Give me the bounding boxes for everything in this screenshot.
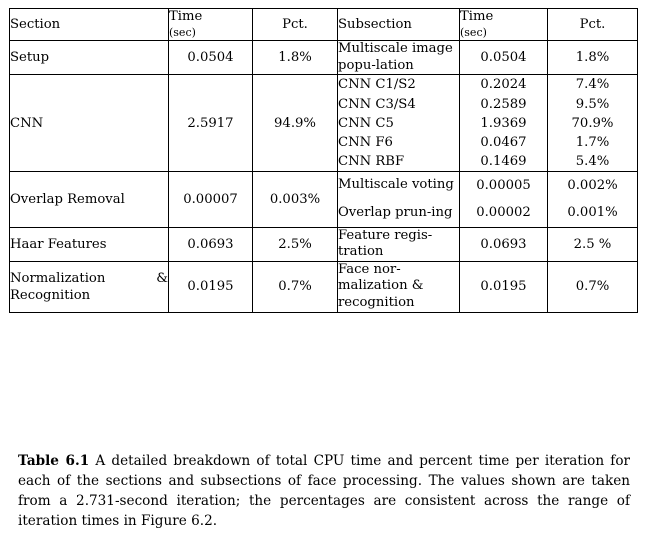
table-figure-page: Section Time (sec) Pct. Subsection Time … — [0, 0, 649, 544]
header-right-time-unit: (sec) — [460, 25, 487, 39]
section-pct: 94.9% — [252, 74, 338, 173]
subsection-time: 0.00002 — [459, 199, 548, 228]
subsection-name: Feature regis-tration — [337, 226, 460, 262]
subsection-pct: 1.7% — [547, 132, 638, 153]
subsection-name: CNN F6 — [337, 132, 460, 153]
table-row: Setup 0.0504 1.8% Multiscale image popu-… — [9, 40, 638, 76]
header-right-pct: Pct. — [547, 7, 638, 42]
subsection-name: Overlap prun-ing — [337, 199, 460, 228]
subsection-time: 0.1469 — [459, 152, 548, 173]
table-row: Haar Features 0.0693 2.5% Feature regis-… — [9, 226, 638, 262]
subsection-time: 0.2589 — [459, 94, 548, 114]
table-caption: Table 6.1 A detailed breakdown of total … — [18, 452, 630, 531]
section-name: Haar Features — [9, 226, 169, 262]
header-left-pct: Pct. — [252, 7, 338, 42]
section-pct: 0.003% — [252, 171, 338, 228]
table-body: Setup 0.0504 1.8% Multiscale image popu-… — [9, 40, 638, 313]
timing-breakdown-table: Section Time (sec) Pct. Subsection Time … — [9, 7, 638, 313]
subsection-name: Multiscale image popu-lation — [337, 40, 460, 76]
subsection-time: 1.9369 — [459, 113, 548, 133]
subsection-pct: 70.9% — [547, 113, 638, 133]
subsection-time: 0.0195 — [459, 260, 548, 313]
section-time: 0.0504 — [168, 40, 253, 76]
table-row: CNN 2.5917 94.9% CNN C1/S2 0.2024 7.4% — [9, 74, 638, 173]
subsection-time: 0.0504 — [459, 40, 548, 76]
section-pct: 0.7% — [252, 260, 338, 313]
subsection-name: CNN RBF — [337, 152, 460, 173]
subsection-name: CNN C5 — [337, 113, 460, 133]
subsection-time: 0.00005 — [459, 171, 548, 200]
header-section: Section — [9, 7, 169, 42]
subsection-pct: 0.002% — [547, 171, 638, 200]
subsection-name: Face nor-malization & recognition — [337, 260, 460, 313]
header-row: Section Time (sec) Pct. Subsection Time … — [9, 7, 638, 42]
table-row: Normalization & Recognition 0.0195 0.7% … — [9, 260, 638, 313]
subsection-time: 0.0693 — [459, 226, 548, 262]
subsection-pct: 0.001% — [547, 199, 638, 228]
header-left-time: Time (sec) — [168, 7, 253, 42]
subsection-pct: 7.4% — [547, 74, 638, 95]
section-name: CNN — [9, 74, 169, 173]
header-left-time-label: Time — [169, 9, 203, 24]
timing-breakdown-table-wrapper: Section Time (sec) Pct. Subsection Time … — [9, 7, 638, 313]
header-left-time-unit: (sec) — [169, 25, 196, 39]
subsection-name: CNN C1/S2 — [337, 74, 460, 95]
section-pct: 1.8% — [252, 40, 338, 76]
subsection-time: 0.2024 — [459, 74, 548, 95]
caption-label: Table 6.1 — [18, 453, 90, 469]
table-header: Section Time (sec) Pct. Subsection Time … — [9, 7, 638, 42]
header-right-time-label: Time — [460, 9, 494, 24]
subsection-name: CNN C3/S4 — [337, 94, 460, 114]
header-subsection: Subsection — [337, 7, 460, 42]
section-name: Normalization & Recognition — [9, 260, 169, 313]
section-pct: 2.5% — [252, 226, 338, 262]
subsection-pct: 5.4% — [547, 152, 638, 173]
subsection-time: 0.0467 — [459, 132, 548, 153]
caption-body: A detailed breakdown of total CPU time a… — [18, 453, 631, 529]
section-time: 2.5917 — [168, 74, 253, 173]
section-time: 0.0195 — [168, 260, 253, 313]
section-time: 0.0693 — [168, 226, 253, 262]
section-time: 0.00007 — [168, 171, 253, 228]
section-name: Overlap Removal — [9, 171, 169, 228]
subsection-name: Multiscale voting — [337, 171, 460, 200]
subsection-pct: 9.5% — [547, 94, 638, 114]
subsection-pct: 2.5 % — [547, 226, 638, 262]
table-row: Overlap Removal 0.00007 0.003% Multiscal… — [9, 171, 638, 228]
subsection-pct: 0.7% — [547, 260, 638, 313]
section-name: Setup — [9, 40, 169, 76]
subsection-pct: 1.8% — [547, 40, 638, 76]
header-right-time: Time (sec) — [459, 7, 548, 42]
